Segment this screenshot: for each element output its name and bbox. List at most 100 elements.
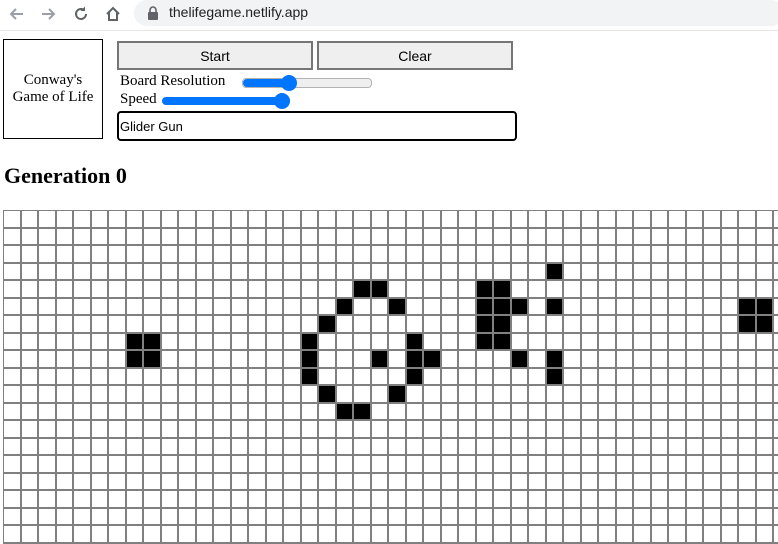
dead-cell[interactable] <box>546 438 564 456</box>
dead-cell[interactable] <box>651 473 669 491</box>
dead-cell[interactable] <box>39 316 57 334</box>
dead-cell[interactable] <box>319 298 337 316</box>
dead-cell[interactable] <box>214 333 232 351</box>
dead-cell[interactable] <box>634 456 652 474</box>
dead-cell[interactable] <box>214 228 232 246</box>
dead-cell[interactable] <box>756 526 774 544</box>
dead-cell[interactable] <box>4 526 22 544</box>
dead-cell[interactable] <box>91 316 109 334</box>
dead-cell[interactable] <box>529 403 547 421</box>
board-resolution-knob[interactable] <box>281 75 297 91</box>
dead-cell[interactable] <box>336 473 354 491</box>
dead-cell[interactable] <box>424 281 442 299</box>
dead-cell[interactable] <box>109 211 127 229</box>
dead-cell[interactable] <box>266 211 284 229</box>
dead-cell[interactable] <box>739 491 757 509</box>
dead-cell[interactable] <box>494 508 512 526</box>
dead-cell[interactable] <box>266 368 284 386</box>
dead-cell[interactable] <box>424 368 442 386</box>
dead-cell[interactable] <box>424 316 442 334</box>
dead-cell[interactable] <box>91 298 109 316</box>
dead-cell[interactable] <box>56 421 74 439</box>
dead-cell[interactable] <box>704 508 722 526</box>
dead-cell[interactable] <box>669 228 687 246</box>
dead-cell[interactable] <box>109 491 127 509</box>
dead-cell[interactable] <box>336 316 354 334</box>
dead-cell[interactable] <box>459 246 477 264</box>
dead-cell[interactable] <box>74 473 92 491</box>
dead-cell[interactable] <box>546 228 564 246</box>
dead-cell[interactable] <box>529 333 547 351</box>
dead-cell[interactable] <box>476 491 494 509</box>
dead-cell[interactable] <box>494 456 512 474</box>
dead-cell[interactable] <box>284 386 302 404</box>
dead-cell[interactable] <box>651 316 669 334</box>
dead-cell[interactable] <box>389 403 407 421</box>
dead-cell[interactable] <box>179 508 197 526</box>
dead-cell[interactable] <box>564 473 582 491</box>
dead-cell[interactable] <box>4 333 22 351</box>
dead-cell[interactable] <box>126 228 144 246</box>
dead-cell[interactable] <box>161 526 179 544</box>
dead-cell[interactable] <box>441 211 459 229</box>
dead-cell[interactable] <box>459 473 477 491</box>
dead-cell[interactable] <box>301 403 319 421</box>
dead-cell[interactable] <box>354 351 372 369</box>
dead-cell[interactable] <box>319 403 337 421</box>
dead-cell[interactable] <box>494 228 512 246</box>
alive-cell[interactable] <box>336 298 354 316</box>
dead-cell[interactable] <box>21 421 39 439</box>
dead-cell[interactable] <box>616 281 634 299</box>
dead-cell[interactable] <box>616 421 634 439</box>
dead-cell[interactable] <box>634 508 652 526</box>
dead-cell[interactable] <box>651 526 669 544</box>
dead-cell[interactable] <box>494 386 512 404</box>
dead-cell[interactable] <box>284 211 302 229</box>
dead-cell[interactable] <box>739 508 757 526</box>
dead-cell[interactable] <box>669 456 687 474</box>
dead-cell[interactable] <box>301 211 319 229</box>
dead-cell[interactable] <box>616 316 634 334</box>
dead-cell[interactable] <box>739 281 757 299</box>
dead-cell[interactable] <box>74 456 92 474</box>
dead-cell[interactable] <box>336 211 354 229</box>
dead-cell[interactable] <box>144 246 162 264</box>
dead-cell[interactable] <box>721 298 739 316</box>
dead-cell[interactable] <box>494 211 512 229</box>
dead-cell[interactable] <box>494 263 512 281</box>
dead-cell[interactable] <box>319 211 337 229</box>
dead-cell[interactable] <box>511 368 529 386</box>
dead-cell[interactable] <box>599 263 617 281</box>
dead-cell[interactable] <box>126 473 144 491</box>
dead-cell[interactable] <box>144 211 162 229</box>
dead-cell[interactable] <box>704 246 722 264</box>
alive-cell[interactable] <box>126 351 144 369</box>
dead-cell[interactable] <box>249 368 267 386</box>
dead-cell[interactable] <box>616 438 634 456</box>
dead-cell[interactable] <box>564 333 582 351</box>
dead-cell[interactable] <box>196 421 214 439</box>
dead-cell[interactable] <box>441 351 459 369</box>
dead-cell[interactable] <box>581 263 599 281</box>
alive-cell[interactable] <box>319 386 337 404</box>
dead-cell[interactable] <box>441 246 459 264</box>
dead-cell[interactable] <box>494 473 512 491</box>
dead-cell[interactable] <box>91 351 109 369</box>
dead-cell[interactable] <box>126 456 144 474</box>
dead-cell[interactable] <box>651 281 669 299</box>
dead-cell[interactable] <box>336 386 354 404</box>
dead-cell[interactable] <box>284 316 302 334</box>
dead-cell[interactable] <box>249 491 267 509</box>
dead-cell[interactable] <box>634 281 652 299</box>
dead-cell[interactable] <box>109 526 127 544</box>
dead-cell[interactable] <box>739 421 757 439</box>
dead-cell[interactable] <box>196 403 214 421</box>
dead-cell[interactable] <box>581 491 599 509</box>
alive-cell[interactable] <box>494 298 512 316</box>
dead-cell[interactable] <box>231 438 249 456</box>
back-arrow-icon[interactable] <box>7 4 27 24</box>
dead-cell[interactable] <box>56 438 74 456</box>
dead-cell[interactable] <box>581 403 599 421</box>
dead-cell[interactable] <box>196 526 214 544</box>
dead-cell[interactable] <box>634 403 652 421</box>
